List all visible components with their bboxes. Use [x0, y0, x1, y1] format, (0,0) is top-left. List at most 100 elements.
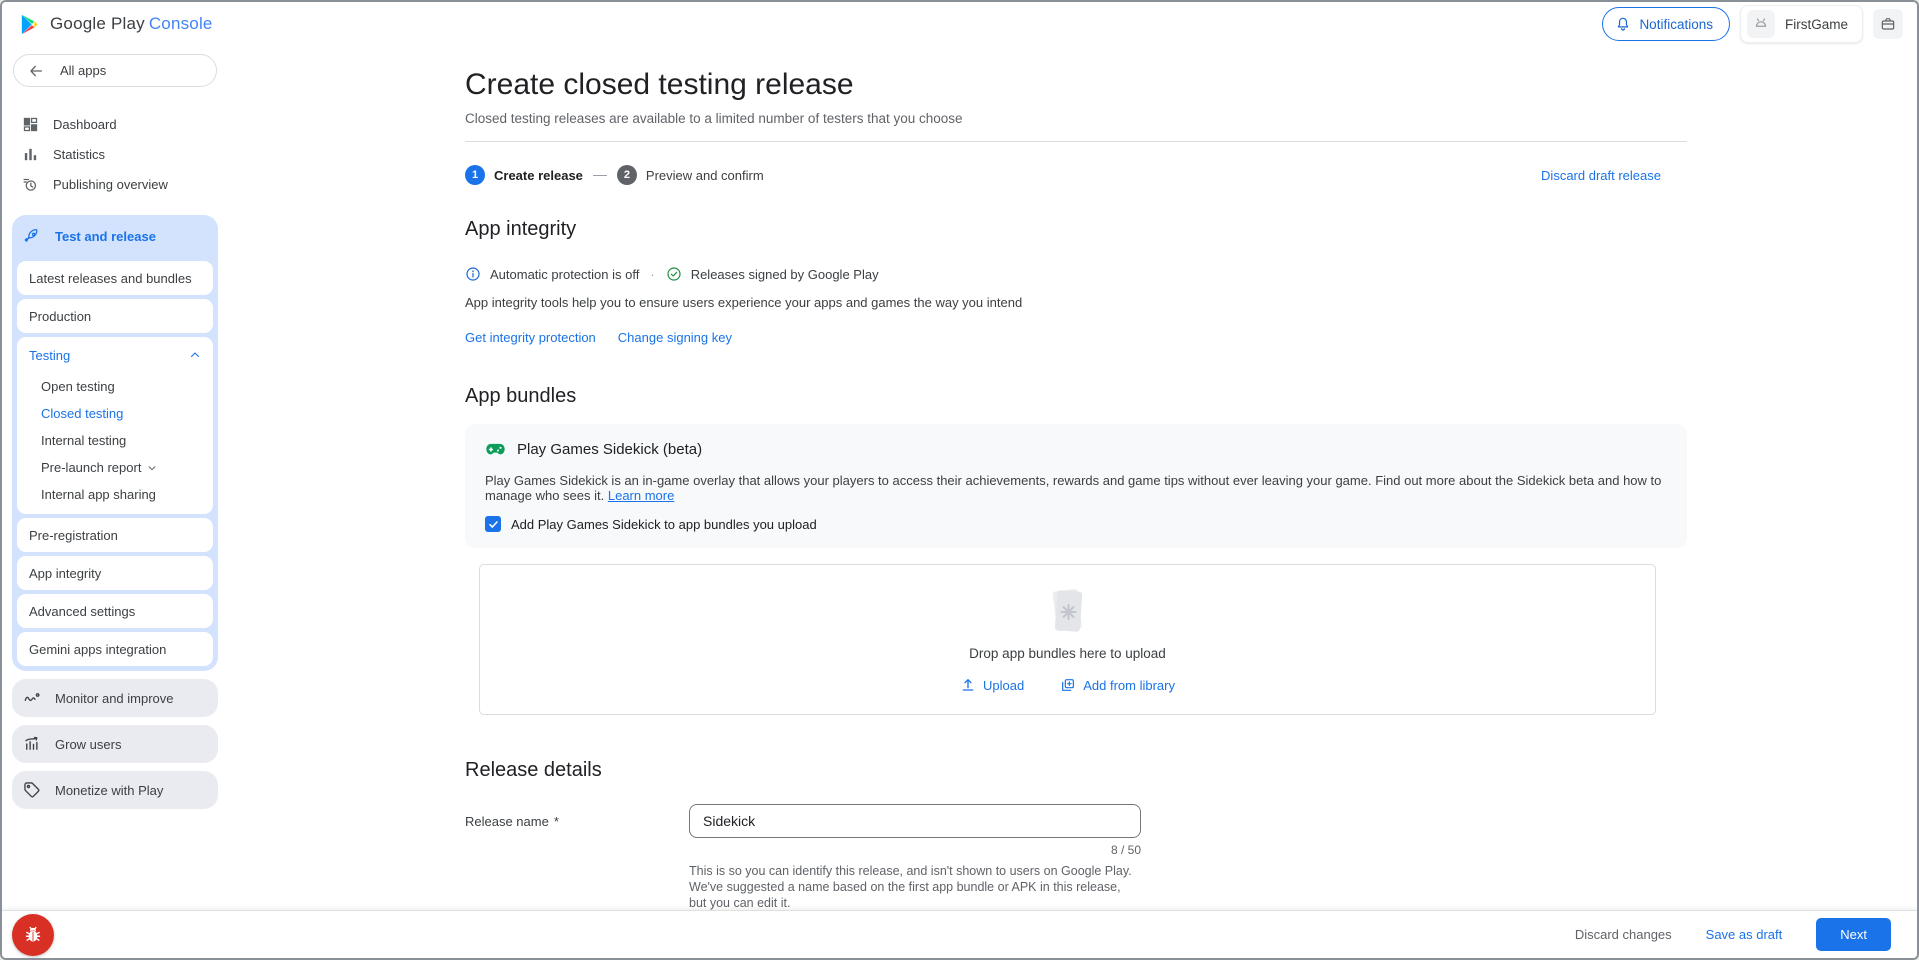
- organization-button[interactable]: [1873, 9, 1903, 39]
- account-chip[interactable]: FirstGame: [1740, 5, 1863, 43]
- step-1-label: Create release: [494, 168, 583, 183]
- topbar-right: Notifications FirstGame: [1602, 5, 1903, 43]
- protection-status-text: Automatic protection is off: [490, 267, 639, 282]
- upload-label: Upload: [983, 678, 1024, 693]
- brand-google-play: Google Play: [50, 14, 145, 33]
- app-integrity-heading: App integrity: [465, 218, 1687, 241]
- check-circle-icon: [666, 266, 682, 282]
- body-layout: All apps Dashboard: [2, 46, 1917, 960]
- sidebar-item-monitor-and-improve[interactable]: Monitor and improve: [12, 679, 218, 717]
- main-content: Create closed testing release Closed tes…: [226, 46, 1917, 960]
- notifications-label: Notifications: [1639, 17, 1713, 32]
- sidebar-item-closed-testing[interactable]: Closed testing: [17, 400, 213, 427]
- save-as-draft-button[interactable]: Save as draft: [1706, 927, 1783, 942]
- chevron-up-icon: [189, 349, 201, 361]
- sidebar-item-test-and-release[interactable]: Test and release: [17, 215, 213, 257]
- sidebar-item-gemini-apps-integration[interactable]: Gemini apps integration: [17, 632, 213, 666]
- discard-changes-button[interactable]: Discard changes: [1575, 927, 1672, 942]
- account-name: FirstGame: [1785, 17, 1848, 32]
- sidebar-item-internal-app-sharing[interactable]: Internal app sharing: [17, 481, 213, 508]
- integrity-description: App integrity tools help you to ensure u…: [465, 295, 1687, 310]
- play-console-window: Google PlayConsole Notifications: [0, 0, 1919, 960]
- publishing-overview-label: Publishing overview: [53, 177, 168, 192]
- sidebar-item-monetize-with-play[interactable]: Monetize with Play: [12, 771, 218, 809]
- sidebar-item-pre-launch-report[interactable]: Pre-launch report: [17, 454, 213, 481]
- google-play-console-logo[interactable]: Google PlayConsole: [18, 13, 213, 36]
- sidebar-item-latest-releases[interactable]: Latest releases and bundles: [17, 261, 213, 295]
- integrity-status-row: Automatic protection is off · Releases s…: [465, 266, 1687, 282]
- next-button[interactable]: Next: [1816, 918, 1891, 951]
- app-bundle-dropzone[interactable]: Drop app bundles here to upload Upload: [479, 564, 1656, 715]
- release-name-label: Release name *: [465, 804, 689, 911]
- get-integrity-protection-link[interactable]: Get integrity protection: [465, 330, 596, 345]
- add-from-library-label: Add from library: [1083, 678, 1175, 693]
- bell-icon: [1615, 16, 1631, 32]
- statistics-label: Statistics: [53, 147, 105, 162]
- app-bundles-heading: App bundles: [465, 385, 1687, 408]
- back-arrow-icon: [28, 63, 44, 79]
- footer-bar: Discard changes Save as draft Next: [2, 910, 1917, 958]
- char-counter: 8 / 50: [689, 843, 1141, 857]
- production-label: Production: [17, 299, 213, 333]
- open-testing-label: Open testing: [41, 379, 115, 394]
- release-name-row: Release name * 8 / 50 This is so you can …: [465, 804, 1687, 911]
- header-divider: [465, 141, 1687, 142]
- upload-button[interactable]: Upload: [960, 677, 1024, 693]
- pulse-chart-icon: [23, 689, 41, 707]
- sidebar-item-advanced-settings[interactable]: Advanced settings: [17, 594, 213, 628]
- chevron-down-icon: [147, 463, 157, 473]
- learn-more-link[interactable]: Learn more: [608, 488, 674, 503]
- latest-releases-label: Latest releases and bundles: [17, 261, 213, 295]
- pre-launch-report-label: Pre-launch report: [41, 460, 141, 475]
- release-name-label-text: Release name: [465, 814, 549, 829]
- sidekick-checkbox[interactable]: [485, 516, 501, 532]
- sidebar-item-statistics[interactable]: Statistics: [12, 139, 218, 169]
- page-subtitle: Closed testing releases are available to…: [465, 111, 1687, 126]
- sidebar-item-internal-testing[interactable]: Internal testing: [17, 427, 213, 454]
- sidekick-title: Play Games Sidekick (beta): [517, 441, 702, 458]
- info-icon: [465, 266, 481, 282]
- rocket-icon: [23, 227, 41, 245]
- dashboard-icon: [22, 116, 39, 133]
- internal-testing-label: Internal testing: [41, 433, 126, 448]
- release-details-heading: Release details: [465, 759, 1687, 782]
- sidebar-item-pre-registration[interactable]: Pre-registration: [17, 518, 213, 552]
- testing-card: Testing Open testing Closed testing Inte…: [17, 337, 213, 514]
- gemini-apps-label: Gemini apps integration: [17, 632, 213, 666]
- page-title: Create closed testing release: [465, 68, 1687, 102]
- dashboard-label: Dashboard: [53, 117, 117, 132]
- notifications-button[interactable]: Notifications: [1602, 7, 1730, 41]
- sidebar-item-grow-users[interactable]: Grow users: [12, 725, 218, 763]
- sidekick-card: Play Games Sidekick (beta) Play Games Si…: [465, 424, 1687, 548]
- stepper: 1 Create release 2 Preview and confirm D…: [465, 165, 1687, 185]
- dropzone-text: Drop app bundles here to upload: [969, 646, 1166, 661]
- all-apps-button[interactable]: All apps: [13, 54, 217, 87]
- sidebar-item-dashboard[interactable]: Dashboard: [12, 109, 218, 139]
- sidebar-item-publishing-overview[interactable]: Publishing overview: [12, 169, 218, 199]
- publishing-overview-icon: [22, 176, 39, 193]
- pre-registration-label: Pre-registration: [17, 518, 213, 552]
- integrity-links: Get integrity protection Change signing …: [465, 330, 1687, 345]
- price-tag-icon: [23, 781, 41, 799]
- sidebar-item-production[interactable]: Production: [17, 299, 213, 333]
- release-name-input[interactable]: [689, 804, 1141, 838]
- sidebar-item-testing[interactable]: Testing: [17, 337, 213, 373]
- sidebar-item-open-testing[interactable]: Open testing: [17, 373, 213, 400]
- sidekick-checkbox-label: Add Play Games Sidekick to app bundles y…: [511, 517, 817, 532]
- step-connector: [593, 175, 607, 176]
- change-signing-key-link[interactable]: Change signing key: [618, 330, 732, 345]
- discard-draft-release-link[interactable]: Discard draft release: [1541, 168, 1661, 183]
- test-and-release-label: Test and release: [55, 229, 156, 244]
- add-from-library-button[interactable]: Add from library: [1060, 677, 1175, 693]
- grow-users-label: Grow users: [55, 737, 121, 752]
- testing-label: Testing: [29, 348, 70, 363]
- release-name-help: This is so you can identify this release…: [689, 863, 1141, 911]
- sidebar-item-app-integrity[interactable]: App integrity: [17, 556, 213, 590]
- sidebar: All apps Dashboard: [2, 46, 226, 960]
- step-1-circle: 1: [465, 165, 485, 185]
- required-asterisk: *: [554, 814, 559, 829]
- advanced-settings-label: Advanced settings: [17, 594, 213, 628]
- play-games-icon: [485, 439, 506, 460]
- app-integrity-label: App integrity: [17, 556, 213, 590]
- feedback-bug-button[interactable]: [12, 914, 54, 956]
